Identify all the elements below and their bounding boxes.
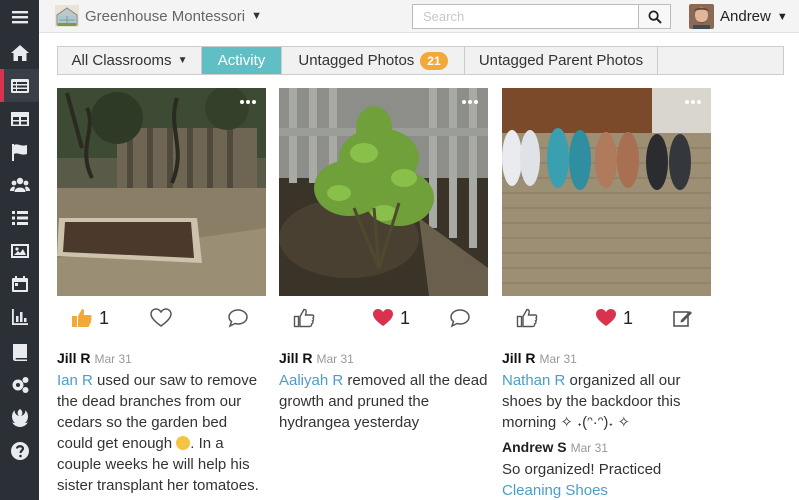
avatar [689,4,714,29]
heart-button[interactable]: 1 [595,307,633,329]
activity-post: 1 Jill R Mar 31 Aaliyah R removed all the… [279,88,488,433]
school-logo-icon [55,5,79,27]
search-icon [648,10,662,24]
calendar-icon[interactable] [0,267,39,300]
post-meta: Jill R Mar 31 [279,350,488,366]
chart-icon[interactable] [0,300,39,333]
heart-count: 1 [400,307,411,328]
heart-outline-icon [150,308,172,327]
activity-post: 1 Jill R Mar 31 Nathan R organized all ou… [502,88,711,500]
sidebar [0,0,39,500]
heart-icon [373,309,393,326]
post-photo[interactable] [279,88,488,296]
tab-untagged-photos[interactable]: Untagged Photos 21 [282,47,465,74]
more-options-icon[interactable] [462,100,478,105]
author-name: Jill R [279,350,313,366]
search-button[interactable] [638,4,671,29]
post-caption: Aaliyah R removed all the dead growth an… [279,370,488,433]
home-icon[interactable] [0,36,39,69]
list-icon[interactable] [0,201,39,234]
thumbs-up-icon [293,308,315,328]
school-name: Greenhouse Montessori [85,7,246,25]
comment-text: So organized! Practiced Cleaning Shoes [502,459,711,500]
post-date: Mar 31 [316,352,354,366]
users-icon[interactable] [0,168,39,201]
emoji-icon [176,436,191,450]
post-date: Mar 31 [94,352,132,366]
post-photo[interactable] [57,88,266,296]
heart-count: 1 [623,307,634,328]
user-name: Andrew [720,8,771,25]
post-caption: Ian R used our saw to remove the dead br… [57,370,266,496]
caret-down-icon: ▼ [177,55,188,66]
user-menu[interactable]: Andrew ▼ [689,4,788,29]
lesson-link[interactable]: Cleaning Shoes [502,482,608,499]
top-bar: Greenhouse Montessori ▼ Andrew ▼ [39,0,799,33]
tagged-child-link[interactable]: Ian R [57,372,93,389]
tab-label: Untagged Photos [298,52,415,69]
like-button[interactable]: 1 [71,307,109,329]
search-input[interactable] [412,4,639,29]
help-icon[interactable] [0,434,39,467]
like-count: 1 [99,307,110,328]
heart-icon [596,309,616,326]
like-button[interactable] [293,307,315,329]
like-button[interactable] [516,307,538,329]
tab-label: Activity [217,52,266,69]
heart-button[interactable]: 1 [372,307,410,329]
tab-label: All Classrooms [71,52,172,69]
heart-button[interactable] [150,307,172,329]
activity-feed-icon[interactable] [0,69,39,102]
post-date: Mar 31 [539,352,577,366]
edit-icon [673,311,692,327]
flag-icon[interactable] [0,135,39,168]
chevron-down-icon: ▼ [776,10,788,23]
post-caption: Nathan R organized all our shoes by the … [502,370,711,433]
chevron-down-icon: ▼ [251,10,262,22]
book-icon[interactable] [0,335,39,368]
tab-label: Untagged Parent Photos [478,52,644,69]
menu-icon[interactable] [0,0,39,33]
table-icon[interactable] [0,102,39,135]
tab-untagged-parent-photos[interactable]: Untagged Parent Photos [465,47,658,74]
post-meta: Jill R Mar 31 [502,350,711,366]
untagged-count-badge: 21 [420,51,448,70]
school-switcher[interactable]: Greenhouse Montessori ▼ [55,5,262,27]
thumbs-up-icon [72,309,92,327]
comment-date: Mar 31 [570,441,608,455]
tagged-child-link[interactable]: Nathan R [502,372,565,389]
thumbs-up-icon [516,308,538,328]
comment-body: So organized! Practiced [502,461,662,478]
comment-meta: Andrew S Mar 31 [502,439,711,455]
image-icon[interactable] [0,234,39,267]
more-options-icon[interactable] [240,100,256,105]
post-meta: Jill R Mar 31 [57,350,266,366]
comment-author: Andrew S [502,439,567,455]
comment-button[interactable] [449,307,471,329]
edit-button[interactable] [672,307,694,329]
post-actions: 1 [279,296,488,342]
comment-icon [450,309,470,328]
tagged-child-link[interactable]: Aaliyah R [279,372,343,389]
post-photo[interactable] [502,88,711,296]
settings-icon[interactable] [0,368,39,401]
post-actions: 1 [502,296,711,342]
author-name: Jill R [57,350,91,366]
author-name: Jill R [502,350,536,366]
more-options-icon[interactable] [685,100,701,105]
comment-button[interactable] [227,307,249,329]
comment-icon [228,309,248,328]
filter-tabs: All Classrooms ▼ Activity Untagged Photo… [57,46,784,75]
activity-post: 1 Jill R Mar 31 Ian R used our saw to rem… [57,88,266,496]
rebel-icon[interactable] [0,401,39,434]
post-actions: 1 [57,296,266,342]
tab-activity[interactable]: Activity [202,47,282,74]
tab-all-classrooms[interactable]: All Classrooms ▼ [58,47,202,74]
